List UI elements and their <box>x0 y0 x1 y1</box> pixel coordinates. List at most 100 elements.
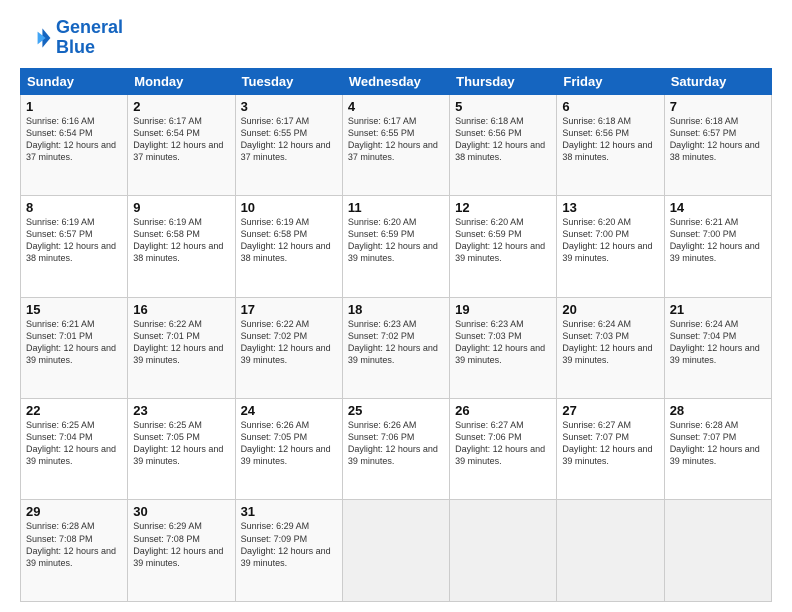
day-detail: Sunrise: 6:21 AM Sunset: 7:00 PM Dayligh… <box>670 216 766 265</box>
day-detail: Sunrise: 6:25 AM Sunset: 7:05 PM Dayligh… <box>133 419 229 468</box>
calendar-cell: 4 Sunrise: 6:17 AM Sunset: 6:55 PM Dayli… <box>342 94 449 195</box>
calendar-cell: 1 Sunrise: 6:16 AM Sunset: 6:54 PM Dayli… <box>21 94 128 195</box>
day-detail: Sunrise: 6:28 AM Sunset: 7:07 PM Dayligh… <box>670 419 766 468</box>
calendar-cell: 10 Sunrise: 6:19 AM Sunset: 6:58 PM Dayl… <box>235 196 342 297</box>
day-detail: Sunrise: 6:18 AM Sunset: 6:57 PM Dayligh… <box>670 115 766 164</box>
day-detail: Sunrise: 6:26 AM Sunset: 7:05 PM Dayligh… <box>241 419 337 468</box>
day-detail: Sunrise: 6:18 AM Sunset: 6:56 PM Dayligh… <box>562 115 658 164</box>
day-number: 3 <box>241 99 337 114</box>
day-number: 15 <box>26 302 122 317</box>
day-detail: Sunrise: 6:20 AM Sunset: 6:59 PM Dayligh… <box>455 216 551 265</box>
day-header-tuesday: Tuesday <box>235 68 342 94</box>
day-detail: Sunrise: 6:16 AM Sunset: 6:54 PM Dayligh… <box>26 115 122 164</box>
day-detail: Sunrise: 6:28 AM Sunset: 7:08 PM Dayligh… <box>26 520 122 569</box>
day-detail: Sunrise: 6:17 AM Sunset: 6:54 PM Dayligh… <box>133 115 229 164</box>
calendar-cell: 24 Sunrise: 6:26 AM Sunset: 7:05 PM Dayl… <box>235 399 342 500</box>
week-row-1: 1 Sunrise: 6:16 AM Sunset: 6:54 PM Dayli… <box>21 94 772 195</box>
day-detail: Sunrise: 6:21 AM Sunset: 7:01 PM Dayligh… <box>26 318 122 367</box>
calendar-cell: 16 Sunrise: 6:22 AM Sunset: 7:01 PM Dayl… <box>128 297 235 398</box>
day-detail: Sunrise: 6:17 AM Sunset: 6:55 PM Dayligh… <box>348 115 444 164</box>
page: General Blue SundayMondayTuesdayWednesda… <box>0 0 792 612</box>
day-number: 22 <box>26 403 122 418</box>
week-row-2: 8 Sunrise: 6:19 AM Sunset: 6:57 PM Dayli… <box>21 196 772 297</box>
calendar-cell: 30 Sunrise: 6:29 AM Sunset: 7:08 PM Dayl… <box>128 500 235 602</box>
calendar-cell: 18 Sunrise: 6:23 AM Sunset: 7:02 PM Dayl… <box>342 297 449 398</box>
calendar-cell: 19 Sunrise: 6:23 AM Sunset: 7:03 PM Dayl… <box>450 297 557 398</box>
calendar-cell: 14 Sunrise: 6:21 AM Sunset: 7:00 PM Dayl… <box>664 196 771 297</box>
day-number: 9 <box>133 200 229 215</box>
day-number: 18 <box>348 302 444 317</box>
calendar-cell: 8 Sunrise: 6:19 AM Sunset: 6:57 PM Dayli… <box>21 196 128 297</box>
day-number: 8 <box>26 200 122 215</box>
calendar-cell <box>342 500 449 602</box>
day-number: 23 <box>133 403 229 418</box>
day-header-thursday: Thursday <box>450 68 557 94</box>
day-number: 10 <box>241 200 337 215</box>
calendar-cell: 15 Sunrise: 6:21 AM Sunset: 7:01 PM Dayl… <box>21 297 128 398</box>
day-detail: Sunrise: 6:20 AM Sunset: 6:59 PM Dayligh… <box>348 216 444 265</box>
day-number: 4 <box>348 99 444 114</box>
day-number: 12 <box>455 200 551 215</box>
calendar-cell: 29 Sunrise: 6:28 AM Sunset: 7:08 PM Dayl… <box>21 500 128 602</box>
day-detail: Sunrise: 6:23 AM Sunset: 7:03 PM Dayligh… <box>455 318 551 367</box>
day-detail: Sunrise: 6:24 AM Sunset: 7:04 PM Dayligh… <box>670 318 766 367</box>
week-row-3: 15 Sunrise: 6:21 AM Sunset: 7:01 PM Dayl… <box>21 297 772 398</box>
logo-icon <box>20 22 52 54</box>
day-number: 26 <box>455 403 551 418</box>
day-number: 31 <box>241 504 337 519</box>
day-header-wednesday: Wednesday <box>342 68 449 94</box>
day-detail: Sunrise: 6:23 AM Sunset: 7:02 PM Dayligh… <box>348 318 444 367</box>
day-detail: Sunrise: 6:19 AM Sunset: 6:58 PM Dayligh… <box>133 216 229 265</box>
calendar-cell: 22 Sunrise: 6:25 AM Sunset: 7:04 PM Dayl… <box>21 399 128 500</box>
day-number: 1 <box>26 99 122 114</box>
day-detail: Sunrise: 6:18 AM Sunset: 6:56 PM Dayligh… <box>455 115 551 164</box>
calendar-cell: 21 Sunrise: 6:24 AM Sunset: 7:04 PM Dayl… <box>664 297 771 398</box>
logo-text: General Blue <box>56 18 123 58</box>
day-number: 11 <box>348 200 444 215</box>
day-number: 30 <box>133 504 229 519</box>
day-detail: Sunrise: 6:27 AM Sunset: 7:06 PM Dayligh… <box>455 419 551 468</box>
day-number: 19 <box>455 302 551 317</box>
calendar-cell: 12 Sunrise: 6:20 AM Sunset: 6:59 PM Dayl… <box>450 196 557 297</box>
calendar-cell: 23 Sunrise: 6:25 AM Sunset: 7:05 PM Dayl… <box>128 399 235 500</box>
calendar-cell: 26 Sunrise: 6:27 AM Sunset: 7:06 PM Dayl… <box>450 399 557 500</box>
day-number: 17 <box>241 302 337 317</box>
calendar-cell: 13 Sunrise: 6:20 AM Sunset: 7:00 PM Dayl… <box>557 196 664 297</box>
day-detail: Sunrise: 6:26 AM Sunset: 7:06 PM Dayligh… <box>348 419 444 468</box>
day-number: 21 <box>670 302 766 317</box>
day-number: 27 <box>562 403 658 418</box>
day-detail: Sunrise: 6:25 AM Sunset: 7:04 PM Dayligh… <box>26 419 122 468</box>
day-detail: Sunrise: 6:27 AM Sunset: 7:07 PM Dayligh… <box>562 419 658 468</box>
day-detail: Sunrise: 6:19 AM Sunset: 6:58 PM Dayligh… <box>241 216 337 265</box>
calendar-cell: 25 Sunrise: 6:26 AM Sunset: 7:06 PM Dayl… <box>342 399 449 500</box>
calendar-cell: 31 Sunrise: 6:29 AM Sunset: 7:09 PM Dayl… <box>235 500 342 602</box>
day-header-sunday: Sunday <box>21 68 128 94</box>
day-number: 29 <box>26 504 122 519</box>
day-number: 5 <box>455 99 551 114</box>
header: General Blue <box>20 18 772 58</box>
day-number: 16 <box>133 302 229 317</box>
week-row-4: 22 Sunrise: 6:25 AM Sunset: 7:04 PM Dayl… <box>21 399 772 500</box>
day-detail: Sunrise: 6:17 AM Sunset: 6:55 PM Dayligh… <box>241 115 337 164</box>
day-number: 14 <box>670 200 766 215</box>
calendar-cell: 11 Sunrise: 6:20 AM Sunset: 6:59 PM Dayl… <box>342 196 449 297</box>
calendar-cell: 2 Sunrise: 6:17 AM Sunset: 6:54 PM Dayli… <box>128 94 235 195</box>
calendar-table: SundayMondayTuesdayWednesdayThursdayFrid… <box>20 68 772 602</box>
day-number: 6 <box>562 99 658 114</box>
logo: General Blue <box>20 18 123 58</box>
day-header-monday: Monday <box>128 68 235 94</box>
calendar-cell: 17 Sunrise: 6:22 AM Sunset: 7:02 PM Dayl… <box>235 297 342 398</box>
calendar-cell <box>450 500 557 602</box>
calendar-cell: 27 Sunrise: 6:27 AM Sunset: 7:07 PM Dayl… <box>557 399 664 500</box>
day-header-friday: Friday <box>557 68 664 94</box>
day-number: 20 <box>562 302 658 317</box>
day-number: 25 <box>348 403 444 418</box>
calendar-cell: 7 Sunrise: 6:18 AM Sunset: 6:57 PM Dayli… <box>664 94 771 195</box>
week-row-5: 29 Sunrise: 6:28 AM Sunset: 7:08 PM Dayl… <box>21 500 772 602</box>
calendar-cell: 3 Sunrise: 6:17 AM Sunset: 6:55 PM Dayli… <box>235 94 342 195</box>
day-number: 7 <box>670 99 766 114</box>
day-detail: Sunrise: 6:24 AM Sunset: 7:03 PM Dayligh… <box>562 318 658 367</box>
day-detail: Sunrise: 6:20 AM Sunset: 7:00 PM Dayligh… <box>562 216 658 265</box>
day-header-saturday: Saturday <box>664 68 771 94</box>
calendar-cell: 6 Sunrise: 6:18 AM Sunset: 6:56 PM Dayli… <box>557 94 664 195</box>
